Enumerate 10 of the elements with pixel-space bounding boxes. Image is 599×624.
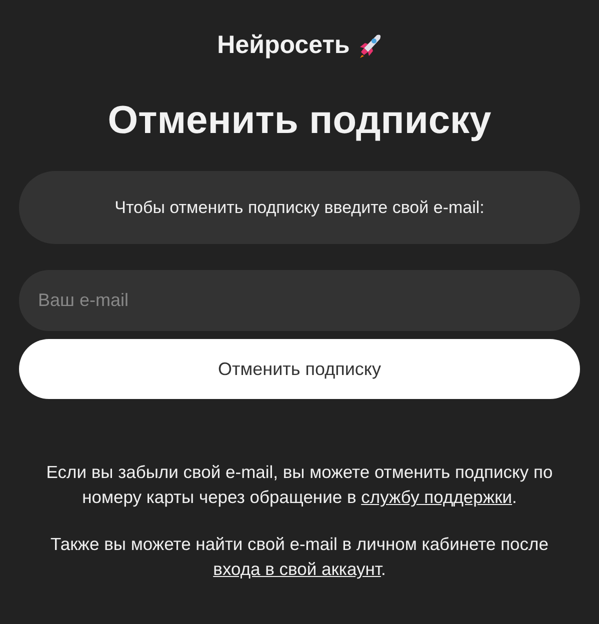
brand-name: Нейросеть xyxy=(217,30,350,61)
cancel-subscription-button[interactable]: Отменить подписку xyxy=(19,339,580,400)
help-link[interactable]: входа в свой аккаунт xyxy=(213,559,381,580)
help-paragraph: Если вы забыли свой e-mail, вы можете отменить подписку по номеру карты через обращение в службу поддержки. xyxy=(45,461,554,510)
help-link[interactable]: службу поддержки xyxy=(361,487,512,508)
instruction-text: Чтобы отменить подписку введите свой e-mail: xyxy=(114,197,484,220)
page-heading: Отменить подписку xyxy=(106,98,492,144)
email-field[interactable]: Ваш e-mail xyxy=(19,270,580,332)
help-paragraph: Также вы можете найти свой e-mail в личном кабинете после входа в свой аккаунт. xyxy=(50,533,550,582)
rocket-icon xyxy=(358,32,382,59)
